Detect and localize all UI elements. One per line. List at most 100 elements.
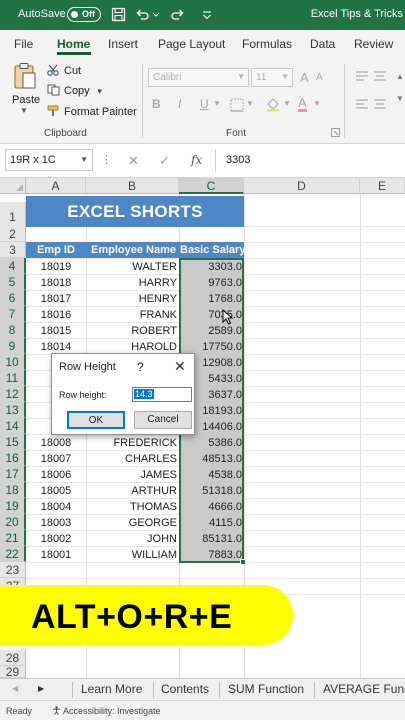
select-all-button[interactable] [0,178,26,194]
cell-basic-salary[interactable]: 4666.0 [208,501,242,513]
tab-formulas[interactable]: Formulas [242,37,292,51]
redo-icon[interactable] [170,7,185,22]
name-box[interactable]: 19R x 1C ▼ [5,149,93,171]
column-header-b[interactable]: B [86,178,179,194]
cell-employee-name[interactable]: WALTER [132,261,177,273]
more-icon[interactable]: ⋮ [101,153,112,166]
header-employee-name[interactable]: Employee Name [91,244,176,256]
cell-emp-id[interactable]: 18001 [26,549,86,561]
cell-employee-name[interactable]: ROBERT [131,325,177,337]
font-color-icon[interactable]: A [298,96,307,112]
tab-review[interactable]: Review [354,37,393,51]
sheet-prev-icon[interactable]: ◀ [12,684,18,693]
cell-employee-name[interactable]: WILLIAM [132,549,177,561]
paste-button[interactable]: Paste [12,94,40,106]
row-header[interactable]: 5 [0,274,26,290]
row-header[interactable]: 6 [0,290,26,306]
bold-button[interactable]: B [152,97,161,111]
cell-basic-salary[interactable]: 3637.0 [208,389,242,401]
cell-emp-id[interactable]: 18015 [26,325,86,337]
cell-basic-salary[interactable]: 17750.0 [202,341,242,353]
cell-emp-id[interactable]: 18019 [26,261,86,273]
cell-emp-id[interactable]: 18005 [26,485,86,497]
name-box-dropdown-icon[interactable]: ▼ [80,155,88,164]
cell-basic-salary[interactable]: 14406.0 [202,421,242,433]
font-size-box[interactable]: 11 ▼ [251,68,293,87]
accessibility-status[interactable]: Accessibility: Investigate [52,706,161,716]
cell-employee-name[interactable]: FREDERICK [113,437,177,449]
italic-button[interactable]: I [178,97,181,111]
cell-emp-id[interactable]: 18007 [26,453,86,465]
ribbon-scroll-up-icon[interactable]: ▲ [396,72,404,81]
undo-icon[interactable] [135,7,150,22]
fill-handle[interactable] [240,559,246,565]
paste-dropdown-icon[interactable]: ▼ [20,106,28,115]
tab-data[interactable]: Data [310,37,335,51]
row-header[interactable]: 13 [0,402,26,418]
format-painter-button[interactable]: Format Painter [47,105,137,118]
row-header[interactable]: 19 [0,498,26,514]
row-header[interactable]: 16 [0,450,26,466]
cancel-entry-icon[interactable]: ✕ [128,153,139,169]
row-header[interactable]: 7 [0,306,26,322]
cell-basic-salary[interactable]: 48513.0 [202,453,242,465]
row-header[interactable]: 15 [0,434,26,450]
row-header[interactable]: 22 [0,546,26,562]
confirm-entry-icon[interactable]: ✓ [159,153,170,169]
cell-emp-id[interactable]: 18016 [26,309,86,321]
cell-emp-id[interactable]: 18002 [26,533,86,545]
borders-dropdown-icon[interactable]: ▼ [246,99,254,108]
cell-basic-salary[interactable]: 51318.0 [202,485,242,497]
cell-basic-salary[interactable]: 7883.0 [208,549,242,561]
help-icon[interactable]: ? [137,360,144,374]
cut-button[interactable]: Cut [47,64,81,77]
row-header[interactable]: 12 [0,386,26,402]
row-header[interactable]: 20 [0,514,26,530]
cell-emp-id[interactable]: 18014 [26,341,86,353]
cell-basic-salary[interactable]: 4538.0 [208,469,242,481]
paste-icon[interactable] [13,62,37,90]
borders-icon[interactable] [230,98,244,112]
copy-dropdown-icon[interactable]: ▼ [96,87,104,96]
fill-color-dropdown-icon[interactable]: ▼ [283,99,291,108]
cell-employee-name[interactable]: FRANK [140,309,177,321]
cell-emp-id[interactable]: 18003 [26,517,86,529]
shrink-font-icon[interactable]: A [316,72,323,83]
copy-button[interactable]: Copy ▼ [47,84,104,97]
cell-emp-id[interactable]: 18004 [26,501,86,513]
cell-employee-name[interactable]: THOMAS [130,501,177,513]
row-header[interactable]: 21 [0,530,26,546]
row-header[interactable]: 2 [0,226,26,242]
cell-basic-salary[interactable]: 1768.0 [208,293,242,305]
font-name-dropdown-icon[interactable]: ▼ [237,72,245,81]
column-header-a[interactable]: A [26,178,86,194]
font-name-box[interactable]: Calibri ▼ [148,68,249,87]
font-size-dropdown-icon[interactable]: ▼ [281,72,289,81]
underline-button[interactable]: U [200,97,209,111]
tab-page-layout[interactable]: Page Layout [158,37,225,51]
font-color-dropdown-icon[interactable]: ▼ [313,99,321,108]
cell-employee-name[interactable]: JAMES [140,469,177,481]
row-header[interactable]: 11 [0,370,26,386]
sheet-tab-contents[interactable]: Contents [161,682,209,696]
tab-insert[interactable]: Insert [108,37,138,51]
sheet-tab-sum-function[interactable]: SUM Function [228,682,304,696]
fill-color-icon[interactable] [265,96,281,112]
header-basic-salary[interactable]: Basic Salary [180,244,245,256]
tab-home[interactable]: Home [57,37,90,51]
row-header[interactable]: 18 [0,482,26,498]
row-header[interactable]: 14 [0,418,26,434]
cell-basic-salary[interactable]: 2589.0 [208,325,242,337]
row-height-input[interactable]: 14.3 [132,387,192,402]
sheet-next-icon[interactable]: ▶ [38,684,44,693]
ok-button[interactable]: OK [67,411,125,429]
column-header-d[interactable]: D [244,178,360,194]
column-header-c[interactable]: C [179,178,244,194]
row-header[interactable]: 10 [0,354,26,370]
cell-employee-name[interactable]: CHARLES [125,453,177,465]
cell-emp-id[interactable]: 18006 [26,469,86,481]
row-header[interactable]: 28 [0,650,26,666]
cell-employee-name[interactable]: JOHN [147,533,177,545]
close-icon[interactable]: ✕ [174,358,186,375]
sheet-tab-average-function[interactable]: AVERAGE Func [323,682,405,696]
